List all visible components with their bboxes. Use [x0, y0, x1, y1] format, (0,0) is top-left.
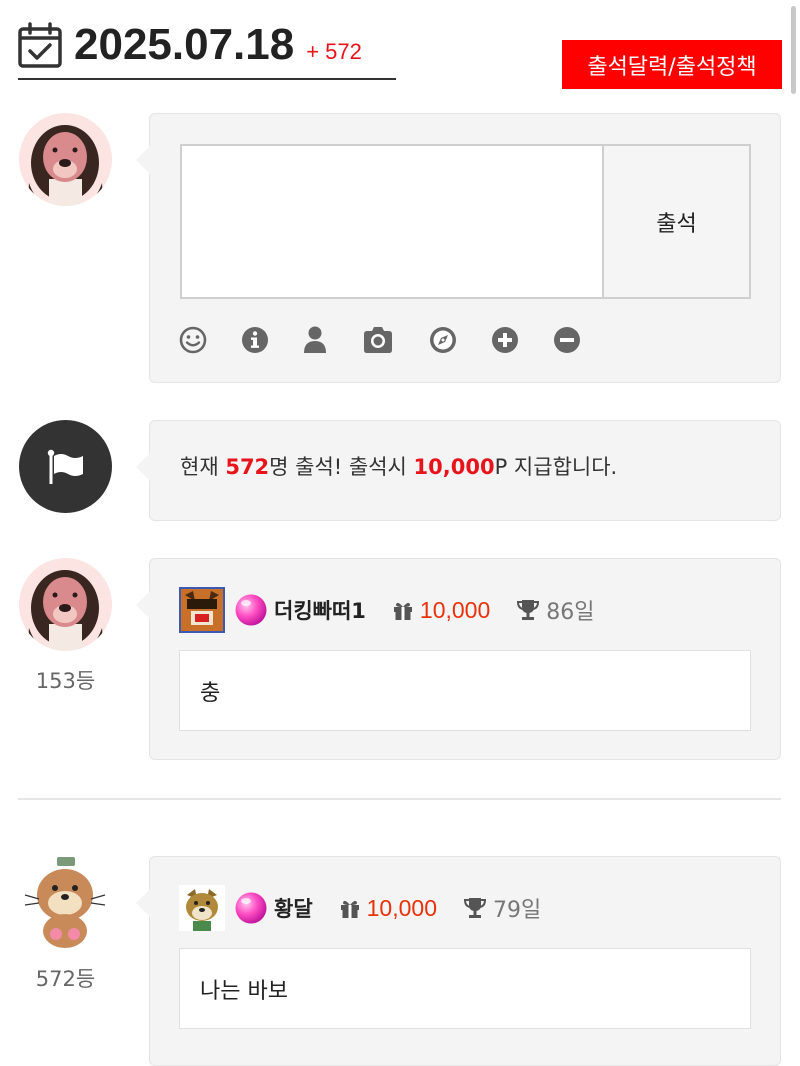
emoticon-icon[interactable] [176, 323, 210, 357]
attendance-submit-button[interactable]: 출석 [602, 144, 751, 299]
notice-avatar [19, 420, 112, 513]
user-icon-image [179, 885, 225, 931]
entry-nickname[interactable]: 더킹빠떠1 [274, 595, 366, 625]
entry-points: 10,000 [419, 596, 491, 623]
entry-divider [18, 798, 781, 800]
entry-rank: 153등 [35, 669, 96, 693]
entry-avatar[interactable] [19, 558, 112, 651]
entry-avatar[interactable] [19, 855, 112, 948]
entry-comment: 나는 바보 [179, 948, 751, 1029]
trophy-icon [463, 898, 487, 918]
entry-meta: 더킹빠떠1 10,000 86일 [179, 587, 595, 633]
gift-icon [340, 900, 359, 918]
attendance-comment-input[interactable] [180, 144, 604, 299]
my-avatar [19, 113, 112, 206]
entry-meta: 황달 10,000 79일 [179, 885, 541, 931]
trophy-icon [517, 600, 540, 620]
entry-points: 10,000 [366, 894, 437, 921]
user-icon-image [179, 587, 225, 633]
calendar-check-icon [18, 22, 62, 68]
attendance-date: 2025.07.18 [74, 20, 295, 69]
date-header: 2025.07.18 + 572 [18, 18, 396, 80]
level-badge-icon [235, 892, 267, 924]
entry-rank: 572등 [35, 967, 96, 991]
camera-icon[interactable] [361, 323, 395, 357]
attendance-policy-button[interactable]: 출석달력/출석정책 [562, 40, 782, 89]
notice-points: 10,000 [413, 455, 495, 479]
attendance-count-badge: + 572 [306, 39, 362, 64]
flag-icon [47, 449, 83, 484]
minus-circle-icon[interactable] [550, 323, 584, 357]
scrollbar[interactable] [791, 6, 796, 94]
attendance-notice-text: 현재 572명 출석! 출석시 10,000P 지급합니다. [180, 451, 617, 483]
entry-comment: 충 [179, 650, 751, 731]
gift-icon [393, 602, 412, 620]
notice-suffix: P 지급합니다. [494, 455, 618, 479]
notice-count: 572 [225, 455, 270, 479]
notice-middle: 명 출석! 출석시 [269, 455, 414, 479]
entry-days: 86일 [546, 600, 595, 625]
entry-days: 79일 [493, 898, 542, 923]
entry-nickname[interactable]: 황달 [274, 893, 313, 923]
plus-circle-icon[interactable] [488, 323, 522, 357]
compass-icon[interactable] [426, 323, 460, 357]
notice-prefix: 현재 [180, 455, 226, 479]
level-badge-icon [235, 594, 267, 626]
user-icon[interactable] [298, 323, 332, 357]
info-icon[interactable] [238, 323, 272, 357]
